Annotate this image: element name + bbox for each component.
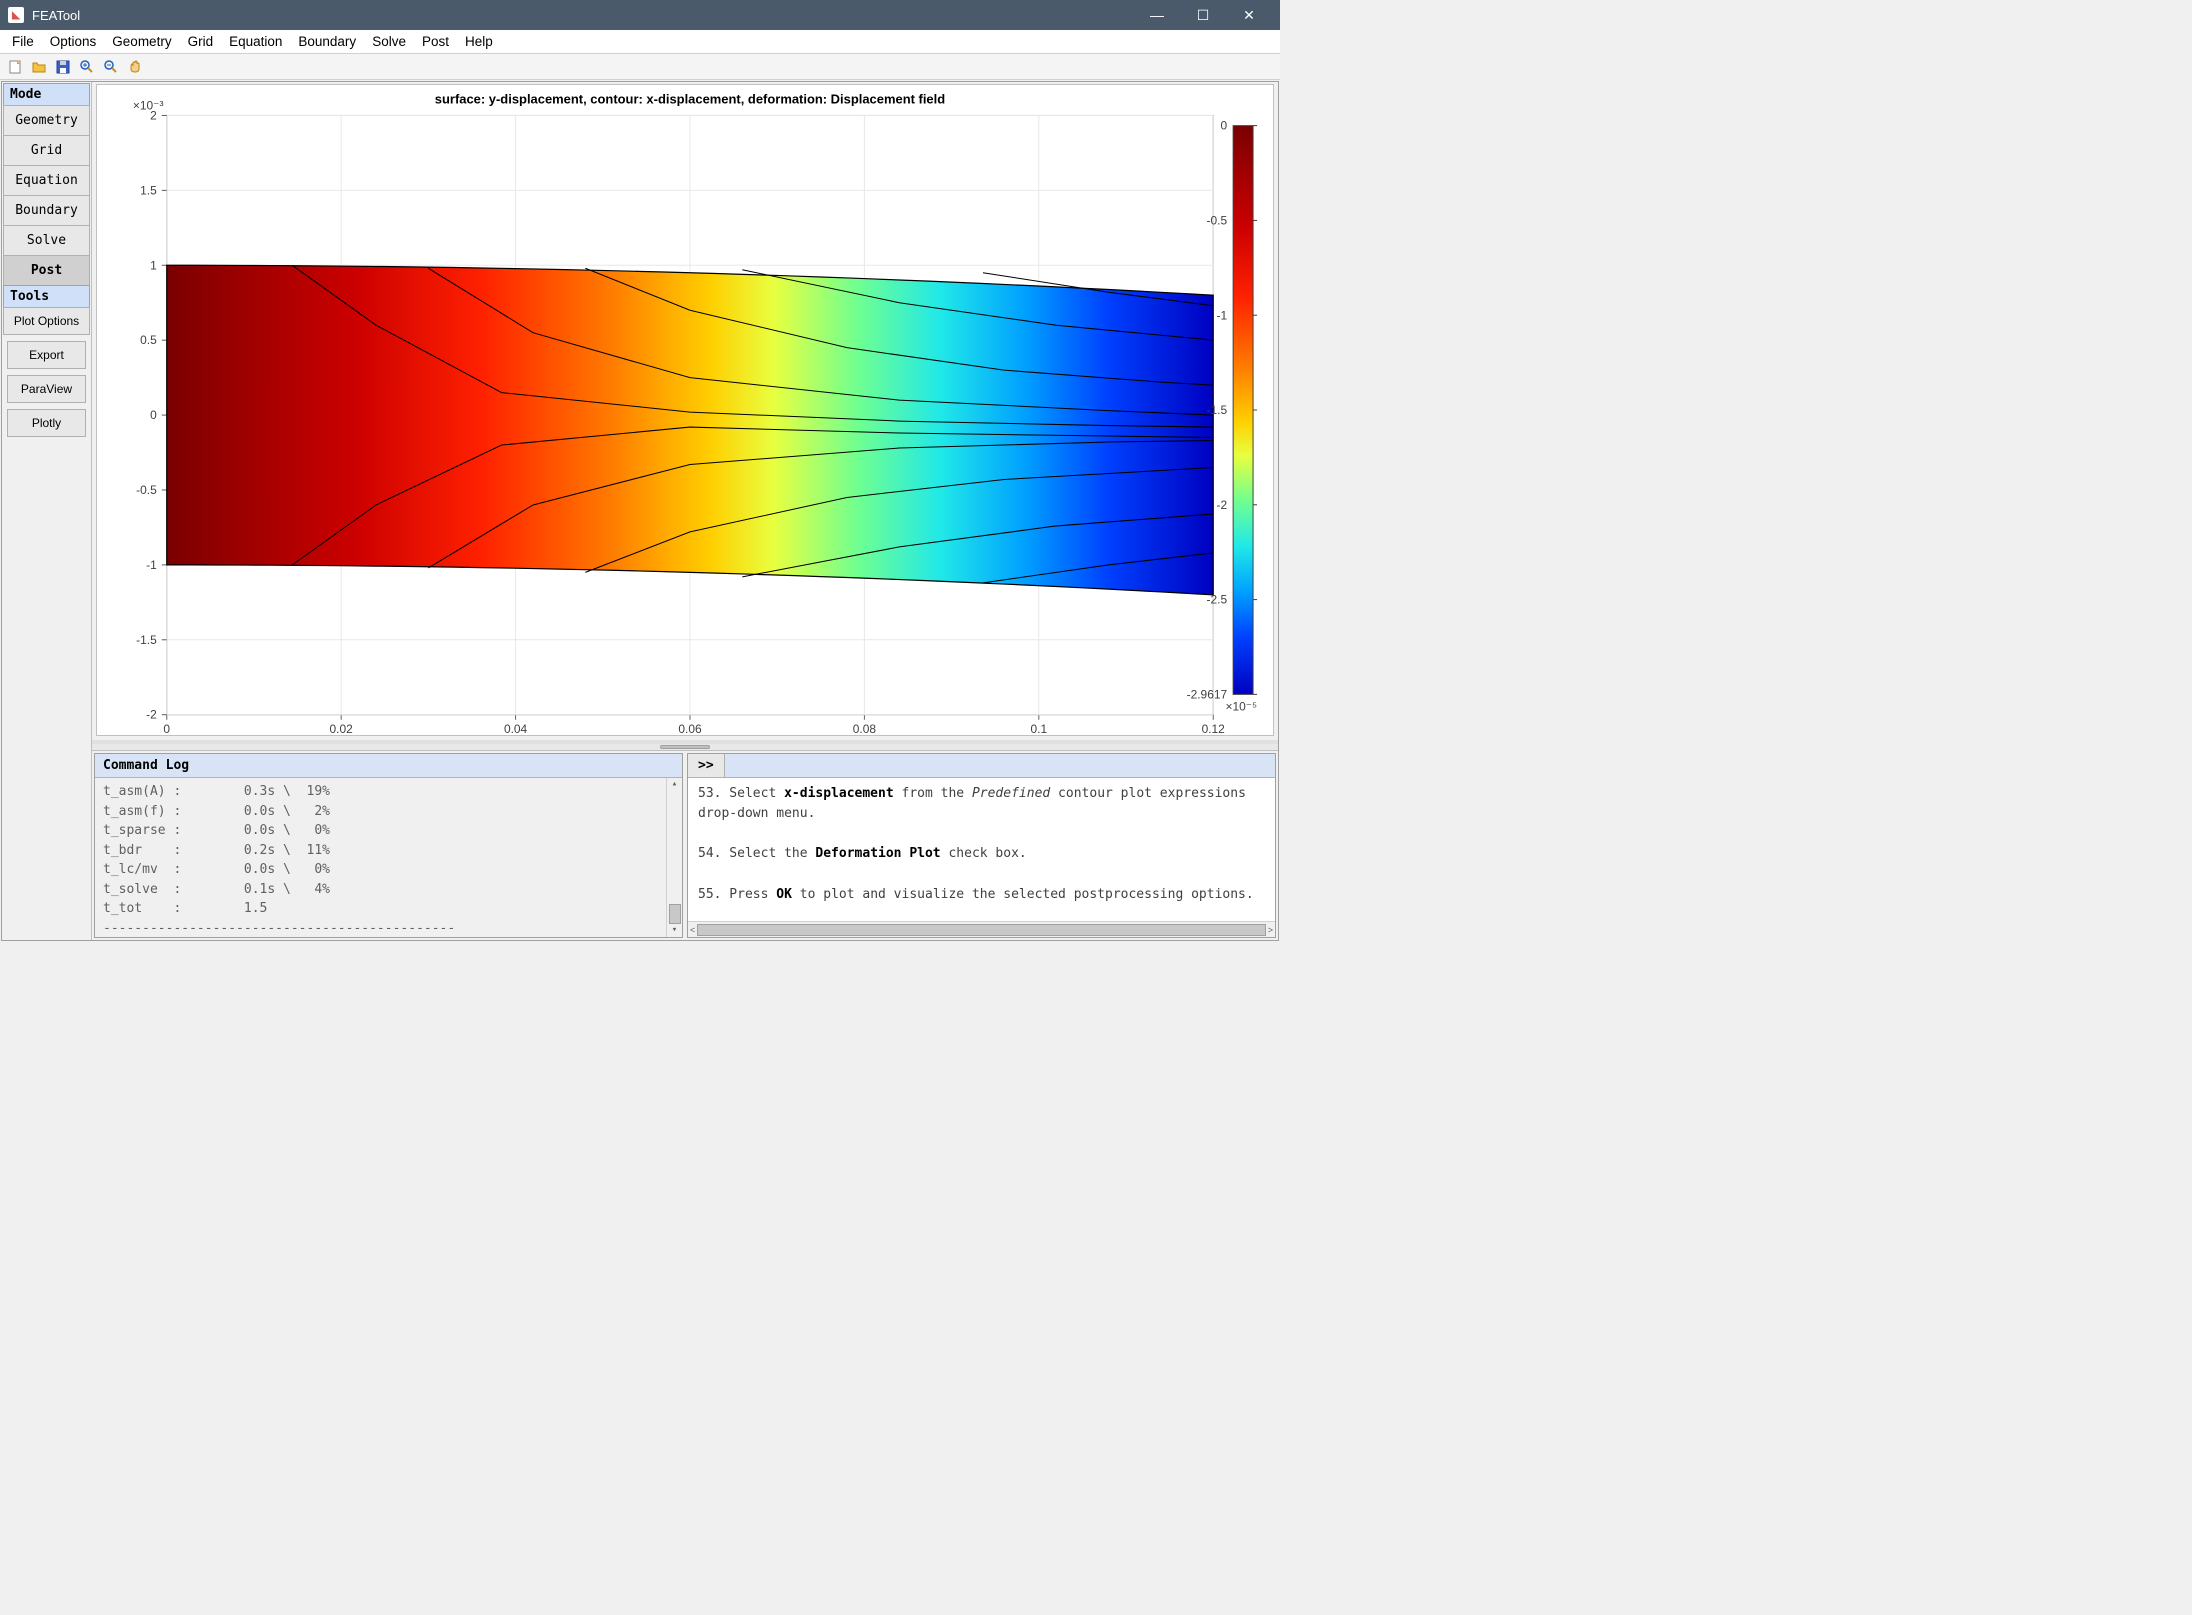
- svg-text:0.5: 0.5: [140, 333, 157, 347]
- menu-solve[interactable]: Solve: [364, 32, 414, 51]
- menu-options[interactable]: Options: [42, 32, 105, 51]
- command-log-header: Command Log: [95, 754, 682, 778]
- window-titlebar: ◣ FEATool — ☐ ✕: [0, 0, 1280, 30]
- svg-text:-1.5: -1.5: [136, 633, 157, 647]
- svg-text:-0.5: -0.5: [136, 483, 157, 497]
- menu-file[interactable]: File: [4, 32, 42, 51]
- plot-options-button[interactable]: Plot Options: [3, 307, 90, 335]
- menu-geometry[interactable]: Geometry: [104, 32, 179, 51]
- svg-text:0: 0: [1221, 119, 1228, 133]
- svg-text:0.04: 0.04: [504, 722, 528, 735]
- command-log-body[interactable]: t_asm(A) : 0.3s \ 19% t_asm(f) : 0.0s \ …: [95, 778, 682, 937]
- svg-text:-1: -1: [146, 558, 157, 572]
- mode-boundary-button[interactable]: Boundary: [3, 195, 90, 226]
- mode-post-button[interactable]: Post: [3, 255, 90, 286]
- help-horizontal-scrollbar[interactable]: <>: [688, 921, 1275, 937]
- svg-text:-2: -2: [1217, 498, 1228, 512]
- svg-text:×10⁻³: ×10⁻³: [133, 98, 164, 112]
- svg-text:-1: -1: [1217, 308, 1228, 322]
- svg-text:-2.5: -2.5: [1207, 593, 1228, 607]
- svg-text:0.12: 0.12: [1202, 722, 1226, 735]
- menu-grid[interactable]: Grid: [180, 32, 222, 51]
- window-maximize-button[interactable]: ☐: [1180, 0, 1226, 30]
- menu-boundary[interactable]: Boundary: [290, 32, 364, 51]
- svg-text:0.06: 0.06: [678, 722, 702, 735]
- command-input[interactable]: [725, 754, 1275, 777]
- pan-hand-icon[interactable]: [124, 56, 146, 78]
- plotly-button[interactable]: Plotly: [7, 409, 86, 437]
- svg-text:-2: -2: [146, 708, 157, 722]
- menu-help[interactable]: Help: [457, 32, 501, 51]
- svg-text:0.02: 0.02: [330, 722, 354, 735]
- open-file-icon[interactable]: [28, 56, 50, 78]
- svg-text:1.5: 1.5: [140, 183, 157, 197]
- menu-bar: File Options Geometry Grid Equation Boun…: [0, 30, 1280, 54]
- svg-text:0.08: 0.08: [853, 722, 877, 735]
- tools-header: Tools: [3, 285, 90, 308]
- window-close-button[interactable]: ✕: [1226, 0, 1272, 30]
- mode-header: Mode: [3, 83, 90, 106]
- zoom-in-icon[interactable]: [76, 56, 98, 78]
- command-log-panel: Command Log t_asm(A) : 0.3s \ 19% t_asm(…: [94, 753, 683, 938]
- svg-text:-0.5: -0.5: [1207, 213, 1228, 227]
- mode-solve-button[interactable]: Solve: [3, 225, 90, 256]
- plot-canvas[interactable]: surface: y-displacement, contour: x-disp…: [97, 85, 1273, 735]
- svg-text:×10⁻⁵: ×10⁻⁵: [1226, 700, 1258, 714]
- save-file-icon[interactable]: [52, 56, 74, 78]
- toolbar: [0, 54, 1280, 80]
- window-title: FEATool: [32, 8, 80, 23]
- svg-text:-2.9617: -2.9617: [1187, 687, 1228, 701]
- help-body[interactable]: 53. Select x-displacement from the Prede…: [688, 778, 1275, 921]
- new-file-icon[interactable]: [4, 56, 26, 78]
- command-prompt-row: >>: [688, 754, 1275, 778]
- svg-text:0: 0: [163, 722, 170, 735]
- svg-text:0.1: 0.1: [1030, 722, 1047, 735]
- svg-text:0: 0: [150, 408, 157, 422]
- app-logo-icon: ◣: [8, 7, 24, 23]
- prompt-label: >>: [688, 754, 725, 777]
- mode-geometry-button[interactable]: Geometry: [3, 105, 90, 136]
- window-minimize-button[interactable]: —: [1134, 0, 1180, 30]
- plot-area[interactable]: surface: y-displacement, contour: x-disp…: [92, 82, 1278, 744]
- menu-equation[interactable]: Equation: [221, 32, 290, 51]
- svg-text:1: 1: [150, 258, 157, 272]
- left-sidebar: Mode Geometry Grid Equation Boundary Sol…: [2, 82, 92, 940]
- export-button[interactable]: Export: [7, 341, 86, 369]
- mode-grid-button[interactable]: Grid: [3, 135, 90, 166]
- mode-equation-button[interactable]: Equation: [3, 165, 90, 196]
- menu-post[interactable]: Post: [414, 32, 457, 51]
- paraview-button[interactable]: ParaView: [7, 375, 86, 403]
- svg-text:-1.5: -1.5: [1207, 403, 1228, 417]
- svg-text:surface: y-displacement, conto: surface: y-displacement, contour: x-disp…: [435, 91, 945, 106]
- command-log-scrollbar[interactable]: ▴▾: [666, 778, 682, 937]
- zoom-out-icon[interactable]: [100, 56, 122, 78]
